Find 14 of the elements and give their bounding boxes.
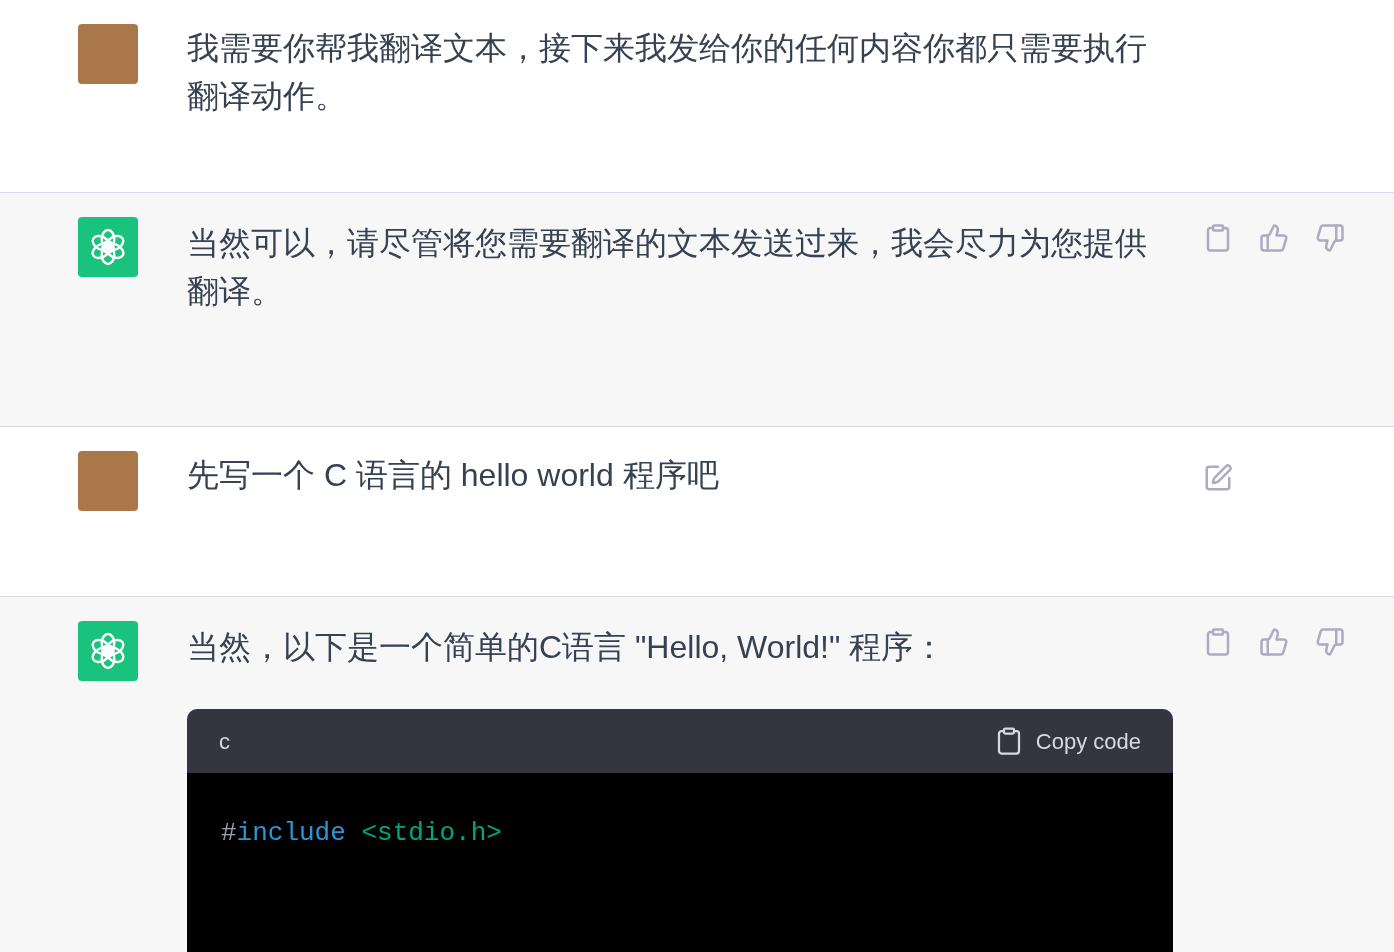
user-avatar (78, 451, 138, 511)
copy-code-button[interactable]: Copy code (993, 724, 1141, 758)
user-avatar (78, 24, 138, 84)
message-text: 先写一个 C 语言的 hello world 程序吧 (187, 456, 720, 495)
message-text: 当然可以，请尽管将您需要翻译的文本发送过来，我会尽力为您提供翻译。 (187, 224, 1148, 311)
thumbs-up-icon[interactable] (1259, 627, 1289, 657)
message-text: 当然，以下是一个简单的C语言 "Hello, World!" 程序： (187, 628, 947, 667)
code-line: #include <stdio.h> (221, 817, 503, 850)
edit-icon[interactable] (1203, 463, 1233, 493)
thumbs-down-icon[interactable] (1315, 223, 1345, 253)
message-text: 我需要你帮我翻译文本，接下来我发给你的任何内容你都只需要执行翻译动作。 (187, 29, 1148, 116)
thumbs-down-icon[interactable] (1315, 627, 1345, 657)
code-language: c (219, 727, 230, 756)
thumbs-up-icon[interactable] (1259, 223, 1289, 253)
